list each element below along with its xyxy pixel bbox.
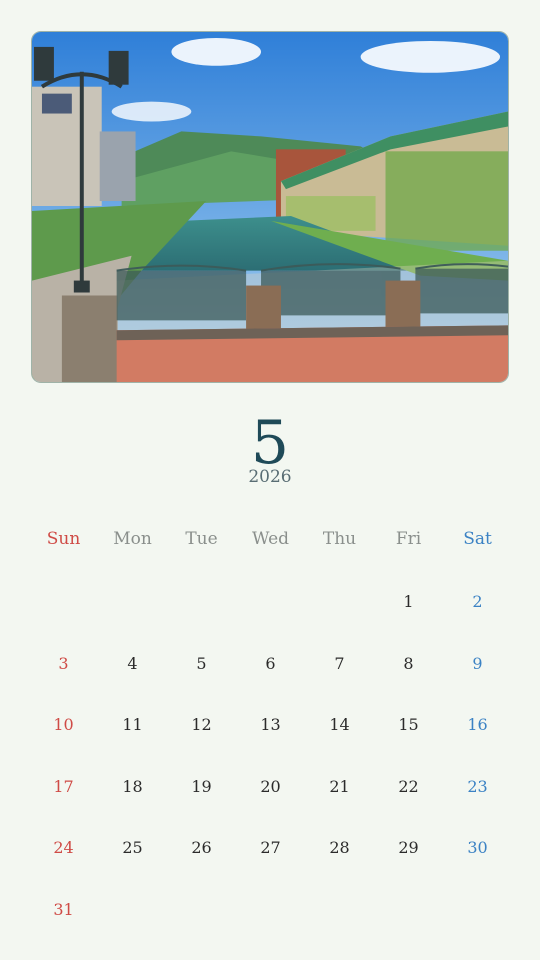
calendar-day: 28 — [329, 838, 350, 857]
calendar-day: 1 — [403, 592, 414, 611]
calendar-day: 16 — [467, 715, 488, 734]
calendar-day: 3 — [58, 654, 69, 673]
calendar-day: 19 — [191, 777, 212, 796]
calendar-day: 31 — [53, 900, 74, 919]
calendar-day: 13 — [260, 715, 281, 734]
calendar-day: 11 — [122, 715, 143, 734]
weekday-header: Sun Mon Tue Wed Thu Fri Sat — [29, 529, 511, 553]
calendar-day: 25 — [122, 838, 143, 857]
weekday-sat: Sat — [463, 529, 492, 549]
calendar-day: 29 — [398, 838, 419, 857]
calendar-day: 5 — [196, 654, 207, 673]
calendar-day: 17 — [53, 777, 74, 796]
weekday-sun: Sun — [46, 529, 81, 549]
calendar-day: 6 — [265, 654, 276, 673]
weekday-thu: Thu — [322, 529, 357, 549]
weekday-fri: Fri — [395, 529, 422, 549]
year-label: 2026 — [248, 467, 292, 487]
calendar-day: 27 — [260, 838, 281, 857]
calendar-day: 30 — [467, 838, 488, 857]
canal-photo — [31, 31, 509, 383]
calendar-day: 15 — [398, 715, 419, 734]
calendar-day: 10 — [53, 715, 74, 734]
calendar-day: 23 — [467, 777, 488, 796]
calendar-day: 2 — [472, 592, 483, 611]
day-grid: 1 2 3 4 5 6 7 8 9 10 11 12 13 14 15 16 17 18 19 20 21 22 23 24 2… — [29, 590, 511, 930]
calendar-day: 24 — [53, 838, 74, 857]
weekday-tue: Tue — [185, 529, 218, 549]
calendar-day: 7 — [334, 654, 345, 673]
calendar-day: 4 — [127, 654, 138, 673]
calendar-day: 14 — [329, 715, 350, 734]
calendar-day: 8 — [403, 654, 414, 673]
calendar-day: 18 — [122, 777, 143, 796]
calendar-day: 12 — [191, 715, 212, 734]
calendar-day: 9 — [472, 654, 483, 673]
calendar-day: 26 — [191, 838, 212, 857]
weekday-wed: Wed — [251, 529, 290, 549]
calendar-day: 20 — [260, 777, 281, 796]
calendar-day: 22 — [398, 777, 419, 796]
weekday-mon: Mon — [113, 529, 152, 549]
calendar-day: 21 — [329, 777, 350, 796]
